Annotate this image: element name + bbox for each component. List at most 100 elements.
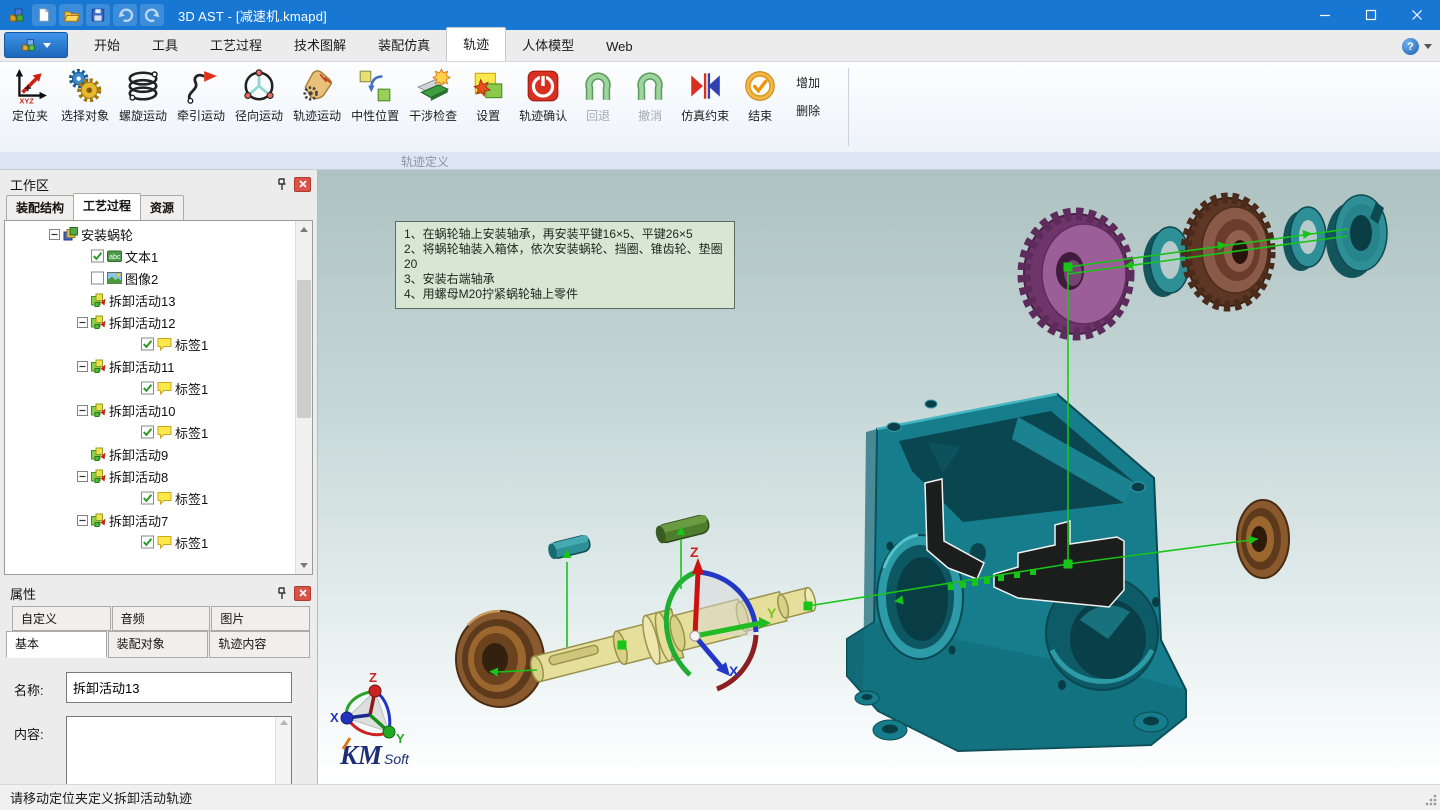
checkbox-checked-icon[interactable] bbox=[91, 249, 104, 263]
tab-trajectory-content[interactable]: 轨迹内容 bbox=[209, 631, 310, 658]
textarea-scrollbar[interactable] bbox=[275, 717, 291, 784]
tree-item-root[interactable]: 安装蜗轮 bbox=[5, 223, 295, 245]
save-button[interactable] bbox=[86, 4, 110, 26]
finish-badge-icon bbox=[742, 68, 778, 104]
worm-gear[interactable] bbox=[1024, 214, 1128, 334]
name-input[interactable] bbox=[66, 672, 292, 703]
tab-assembly-structure[interactable]: 装配结构 bbox=[6, 195, 74, 220]
tab-assembly-simulation[interactable]: 装配仿真 bbox=[362, 29, 446, 61]
tab-human-model[interactable]: 人体模型 bbox=[506, 29, 590, 61]
collapse-icon[interactable] bbox=[77, 361, 88, 372]
minimize-button[interactable] bbox=[1302, 0, 1348, 30]
tree-item-activity7[interactable]: 拆卸活动7 bbox=[5, 509, 295, 531]
tab-resources[interactable]: 资源 bbox=[140, 195, 184, 220]
collapse-icon[interactable] bbox=[77, 515, 88, 526]
tree-item-activity9[interactable]: 拆卸活动9 bbox=[5, 443, 295, 465]
tree-item-text[interactable]: 文本1 bbox=[5, 245, 295, 267]
tab-tech-illustration[interactable]: 技术图解 bbox=[278, 29, 362, 61]
checkbox-checked-icon[interactable] bbox=[141, 425, 154, 439]
collapse-icon[interactable] bbox=[77, 405, 88, 416]
ribbon-button-neutral-position[interactable]: 中性位置 bbox=[346, 66, 404, 124]
checkbox-checked-icon[interactable] bbox=[141, 535, 154, 549]
scrollbar-thumb[interactable] bbox=[297, 280, 311, 418]
pin-icon[interactable] bbox=[273, 176, 291, 192]
ribbon-button-interference-check[interactable]: 干涉检查 bbox=[404, 66, 462, 124]
pin-icon[interactable] bbox=[273, 585, 291, 601]
ribbon-button-rollback[interactable]: 回退 bbox=[572, 66, 624, 124]
new-file-button[interactable] bbox=[32, 4, 56, 26]
tab-web[interactable]: Web bbox=[590, 33, 649, 61]
ribbon-button-select-object[interactable]: 选择对象 bbox=[56, 66, 114, 124]
scroll-down-icon[interactable] bbox=[296, 557, 312, 574]
tab-tools[interactable]: 工具 bbox=[136, 29, 194, 61]
help-button[interactable]: ? bbox=[1402, 38, 1419, 55]
tree-item-activity10[interactable]: 拆卸活动10 bbox=[5, 399, 295, 421]
checkbox-checked-icon[interactable] bbox=[141, 337, 154, 351]
collapse-icon[interactable] bbox=[77, 471, 88, 482]
tree-item-activity11[interactable]: 拆卸活动11 bbox=[5, 355, 295, 377]
properties-close-button[interactable] bbox=[294, 586, 311, 601]
ribbon-button-radial-motion[interactable]: 径向运动 bbox=[230, 66, 288, 124]
tree-item-activity8[interactable]: 拆卸活动8 bbox=[5, 465, 295, 487]
slotted-nut[interactable] bbox=[1326, 195, 1387, 278]
tree-item-activity12[interactable]: 拆卸活动12 bbox=[5, 311, 295, 333]
kmsoft-logo-soft: Soft bbox=[384, 751, 409, 767]
collapse-icon[interactable] bbox=[77, 317, 88, 328]
ribbon-button-undo-step[interactable]: 撤消 bbox=[624, 66, 676, 124]
tree-item-label[interactable]: 标签1 bbox=[5, 421, 295, 443]
checkbox-unchecked-icon[interactable] bbox=[91, 271, 104, 285]
app-menu-button[interactable] bbox=[4, 32, 68, 58]
quick-access-toolbar bbox=[0, 4, 164, 26]
assembly-note: 1、在蜗轮轴上安装轴承，再安装平键16×5、平键26×5 2、将蜗轮轴装入箱体，… bbox=[395, 221, 735, 309]
neutral-position-icon bbox=[357, 68, 393, 104]
tree-item-label[interactable]: 标签1 bbox=[5, 333, 295, 355]
note-line: 3、安装右端轴承 bbox=[404, 272, 726, 287]
ribbon-button-trajectory-confirm[interactable]: 轨迹确认 bbox=[514, 66, 572, 124]
ribbon-button-simulation-constraint[interactable]: 仿真约束 bbox=[676, 66, 734, 124]
close-button[interactable] bbox=[1394, 0, 1440, 30]
panel-splitter[interactable] bbox=[4, 575, 313, 582]
app-logo-icon[interactable] bbox=[5, 4, 29, 26]
tree-item-label[interactable]: 标签1 bbox=[5, 531, 295, 553]
ribbon-button-drag-motion[interactable]: 牵引运动 bbox=[172, 66, 230, 124]
ribbon-button-locator[interactable]: XYZ 定位夹 bbox=[4, 66, 56, 124]
tab-assembly-object[interactable]: 装配对象 bbox=[108, 631, 209, 658]
tab-custom[interactable]: 自定义 bbox=[12, 606, 111, 631]
ribbon-button-delete[interactable]: 删除 bbox=[796, 102, 820, 119]
checkbox-checked-icon[interactable] bbox=[141, 491, 154, 505]
ribbon-button-add[interactable]: 增加 bbox=[796, 74, 820, 91]
washer-2[interactable] bbox=[1283, 207, 1326, 271]
collapse-icon[interactable] bbox=[49, 229, 60, 240]
ribbon-button-finish[interactable]: 结束 bbox=[734, 66, 786, 124]
checkbox-checked-icon[interactable] bbox=[141, 381, 154, 395]
tree-item-label[interactable]: 标签1 bbox=[5, 377, 295, 399]
workspace-close-button[interactable] bbox=[294, 177, 311, 192]
tab-basic[interactable]: 基本 bbox=[6, 631, 107, 658]
tree-item-activity13[interactable]: 拆卸活动13 bbox=[5, 289, 295, 311]
tab-start[interactable]: 开始 bbox=[78, 29, 136, 61]
resize-grip-icon[interactable] bbox=[1425, 794, 1437, 806]
ribbon-button-settings[interactable]: 设置 bbox=[462, 66, 514, 124]
tab-picture[interactable]: 图片 bbox=[211, 606, 310, 631]
tree-item-image[interactable]: 图像2 bbox=[5, 267, 295, 289]
undo-button[interactable] bbox=[113, 4, 137, 26]
help-caret-icon[interactable] bbox=[1424, 44, 1432, 49]
tab-process[interactable]: 工艺过程 bbox=[194, 29, 278, 61]
content-textarea[interactable] bbox=[67, 717, 275, 784]
note-line: 4、用螺母M20拧紧蜗轮轴上零件 bbox=[404, 287, 726, 302]
maximize-button[interactable] bbox=[1348, 0, 1394, 30]
ribbon-button-spiral-motion[interactable]: 螺旋运动 bbox=[114, 66, 172, 124]
tab-trajectory[interactable]: 轨迹 bbox=[446, 27, 506, 61]
redo-button[interactable] bbox=[140, 4, 164, 26]
tree-item-label[interactable]: 标签1 bbox=[5, 487, 295, 509]
tab-audio[interactable]: 音频 bbox=[112, 606, 211, 631]
hand-gear-icon bbox=[299, 68, 335, 104]
tab-process-tree[interactable]: 工艺过程 bbox=[73, 193, 141, 220]
open-file-button[interactable] bbox=[59, 4, 83, 26]
viewport-3d[interactable]: Z X Y bbox=[318, 170, 1440, 784]
workspace-panel-header: 工作区 bbox=[4, 173, 313, 195]
scroll-up-icon[interactable] bbox=[296, 221, 312, 238]
tree-scrollbar[interactable] bbox=[295, 221, 312, 574]
ribbon-button-trajectory-motion[interactable]: 轨迹运动 bbox=[288, 66, 346, 124]
right-bearing[interactable] bbox=[1237, 500, 1289, 578]
